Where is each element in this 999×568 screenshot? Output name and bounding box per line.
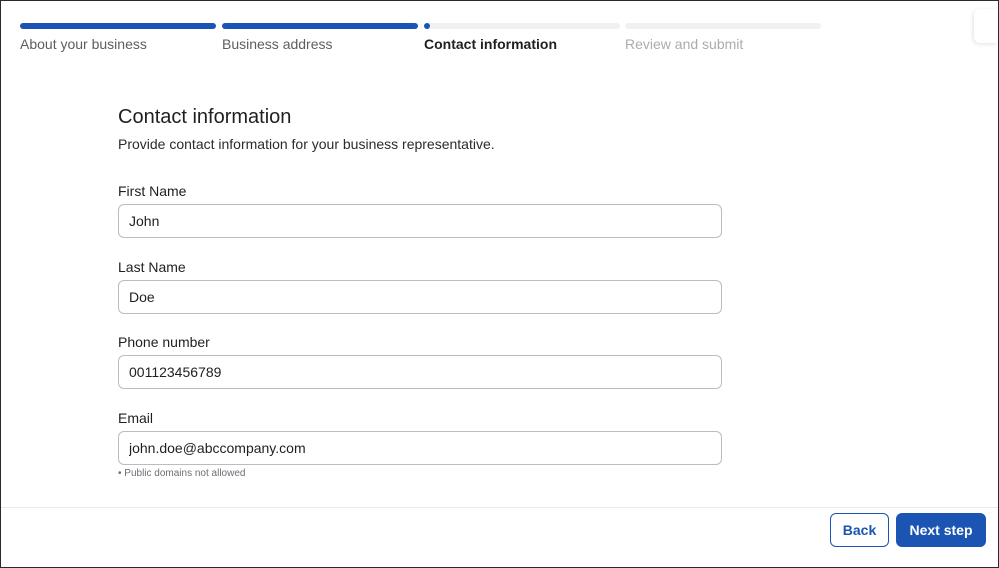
email-label: Email [118,410,154,426]
first-name-input[interactable] [118,204,722,238]
step-label: Review and submit [625,36,744,52]
phone-number-input[interactable] [118,355,722,389]
back-button[interactable]: Back [830,513,889,547]
step-about-your-business[interactable]: About your business [20,23,216,52]
step-progress-bar [625,23,821,29]
wizard-window: About your business Business address Con… [0,0,999,568]
email-hint: • Public domains not allowed [118,468,246,479]
next-step-button[interactable]: Next step [896,513,986,547]
progress-stepper: About your business Business address Con… [20,23,821,53]
contact-form: Contact information Provide contact info… [118,105,722,479]
phone-field-group: Phone number [118,334,722,389]
step-label: Contact information [424,36,557,52]
email-field-group: Email • Public domains not allowed [118,410,722,480]
first-name-field-group: First Name [118,183,722,238]
phone-number-label: Phone number [118,334,210,350]
first-name-label: First Name [118,183,187,199]
page-title: Contact information [118,106,292,128]
step-contact-information[interactable]: Contact information [424,23,620,52]
last-name-label: Last Name [118,259,186,275]
step-progress-bar [424,23,620,29]
email-input[interactable] [118,431,722,465]
last-name-input[interactable] [118,280,722,314]
page-subtitle: Provide contact information for your bus… [118,136,495,152]
step-review-and-submit: Review and submit [625,23,821,52]
footer-divider [1,507,998,508]
step-business-address[interactable]: Business address [222,23,418,52]
step-label: Business address [222,36,333,52]
side-panel-edge [974,9,998,43]
last-name-field-group: Last Name [118,259,722,314]
step-progress-bar [222,23,418,29]
step-progress-bar [20,23,216,29]
step-label: About your business [20,36,147,52]
current-step-dot [424,23,430,29]
